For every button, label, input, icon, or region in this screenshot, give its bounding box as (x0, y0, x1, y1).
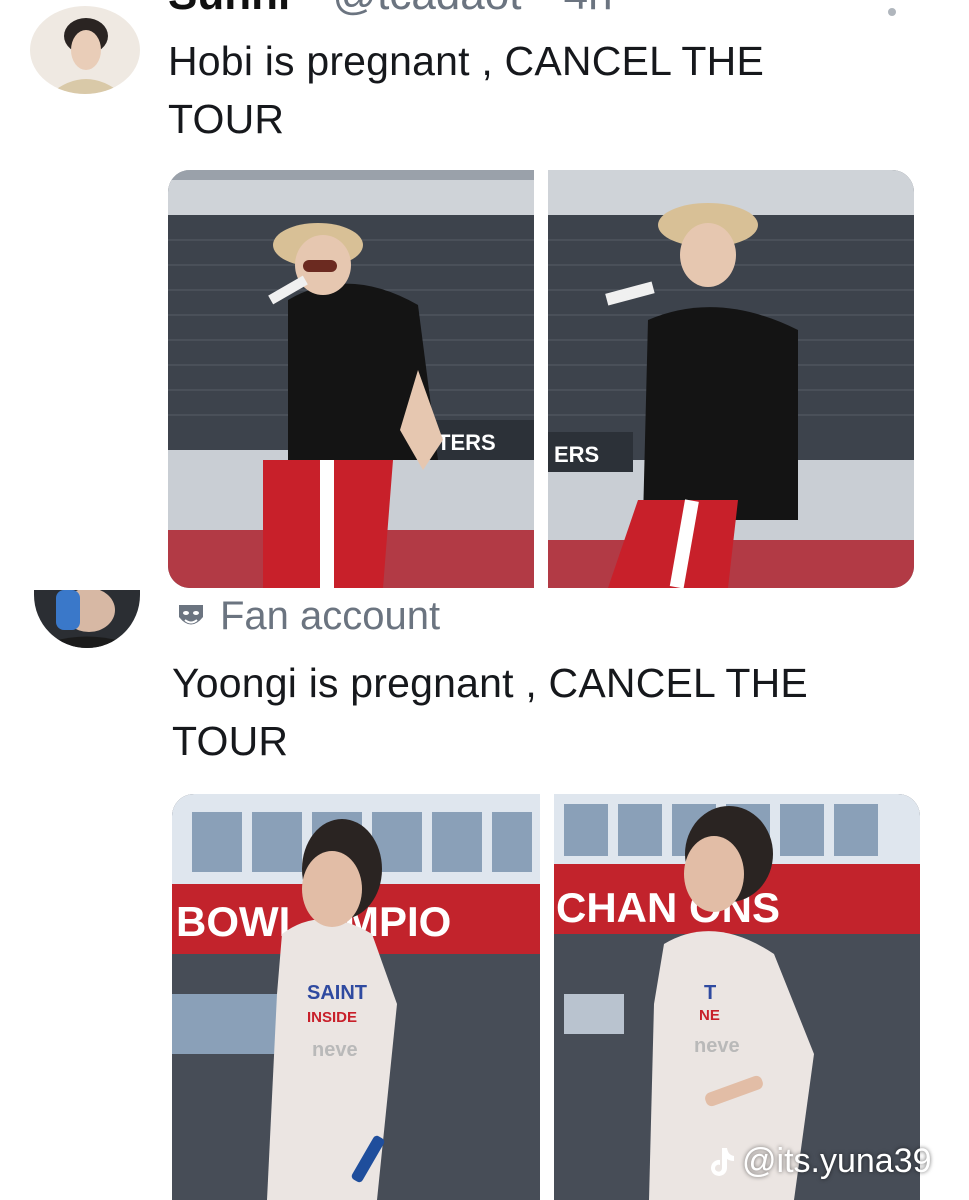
tweet1-avatar[interactable] (30, 6, 140, 94)
tweet2-account-label: Fan account (176, 590, 440, 638)
tiktok-watermark: @its.yuna39 (708, 1142, 932, 1181)
tweet1-author-name[interactable]: Sunni (168, 0, 290, 19)
fan-account-label: Fan account (220, 594, 441, 638)
theater-mask-icon (179, 605, 203, 625)
tweet1-photo-2[interactable]: ERS (548, 170, 914, 588)
tweet2-photo1-shirt3: neve (312, 1039, 358, 1061)
tweet2-photo-1[interactable]: BOWL AMPIO SAINT INSIDE neve (172, 794, 540, 1200)
more-options-icon[interactable] (888, 8, 896, 16)
tweet1-text: Hobi is pregnant , CANCEL THE TOUR (168, 32, 764, 148)
tweet2-text-line2: TOUR (172, 718, 289, 764)
tweet1-text-line1: Hobi is pregnant , CANCEL THE (168, 38, 764, 84)
tweet1-author-handle[interactable]: @tcadaot (332, 0, 521, 19)
tiktok-icon (711, 1147, 734, 1176)
watermark-handle: @its.yuna39 (742, 1142, 932, 1180)
tweet2-photo2-shirt2: NE (699, 1007, 720, 1024)
tweet1-photo2-sign: ERS (554, 442, 599, 467)
tweet2-photo2-shirt1: T (704, 982, 716, 1004)
tweet2-avatar[interactable] (34, 590, 140, 648)
tweet2-photo2-shirt3: neve (694, 1035, 740, 1057)
tweet1-text-line2: TOUR (168, 96, 285, 142)
tweet1-time: 4h (564, 0, 613, 19)
tweet2-photo-2[interactable]: CHAN ONS T NE neve (554, 794, 920, 1200)
tweet2-text: Yoongi is pregnant , CANCEL THE TOUR (172, 654, 808, 770)
tweet2-text-line1: Yoongi is pregnant , CANCEL THE (172, 660, 808, 706)
tweet2-photo1-shirt2: INSIDE (307, 1009, 357, 1026)
tweet2-photo1-shirt1: SAINT (307, 982, 367, 1004)
tweet1-header: Sunni @tcadaot 4h (168, 0, 888, 22)
tweet1-photo-1[interactable]: METERS (168, 170, 534, 588)
